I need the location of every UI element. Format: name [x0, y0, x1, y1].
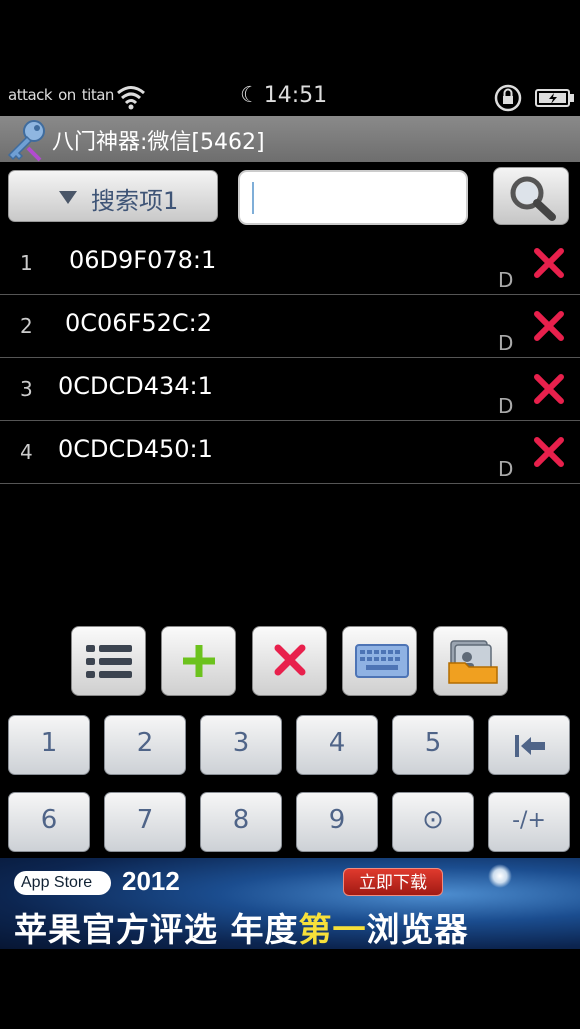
key-6[interactable]: 6	[8, 792, 90, 852]
row-address: 06D9F078:1	[69, 246, 217, 274]
row-type: D	[498, 394, 514, 418]
search-item-label: 搜索项1	[91, 187, 179, 215]
download-now-button[interactable]: 立即下载	[343, 868, 443, 896]
carrier-labels: attack on titan	[8, 86, 120, 104]
delete-row-icon[interactable]	[532, 309, 566, 343]
keyboard-icon	[355, 644, 409, 678]
key-4[interactable]: 4	[296, 715, 378, 775]
delete-row-icon[interactable]	[532, 246, 566, 280]
search-item-dropdown[interactable]: 搜索项1	[8, 170, 218, 222]
delete-row-icon[interactable]	[532, 372, 566, 406]
time-label: 14:51	[263, 83, 328, 108]
keyboard-button[interactable]	[342, 626, 417, 696]
row-address: 0C06F52C:2	[65, 309, 213, 337]
star-decoration	[488, 864, 512, 888]
row-type: D	[498, 268, 514, 292]
app-key-icon	[7, 120, 45, 162]
ad-year: 2012	[122, 866, 180, 896]
delete-icon	[274, 644, 306, 676]
moon-icon: ☾	[240, 83, 260, 108]
list-icon	[86, 645, 132, 678]
row-type: D	[498, 331, 514, 355]
key-7[interactable]: 7	[104, 792, 186, 852]
add-button[interactable]	[161, 626, 236, 696]
status-bar: attack on titan ☾ 14:51	[0, 82, 580, 114]
search-icon	[510, 176, 556, 221]
key-5[interactable]: 5	[392, 715, 474, 775]
ad-banner[interactable]: App Store 2012 立即下载 苹果官方评选 年度第一浏览器	[0, 858, 580, 949]
triangle-down-icon	[59, 191, 77, 204]
page-title: 八门神器:微信[5462]	[52, 130, 265, 155]
row-type: D	[498, 457, 514, 481]
key-backspace[interactable]	[488, 715, 570, 775]
key-sign[interactable]: -/+	[488, 792, 570, 852]
key-8[interactable]: 8	[200, 792, 282, 852]
result-row[interactable]: 3 0CDCD434:1 D	[0, 358, 580, 421]
result-row[interactable]: 2 0C06F52C:2 D	[0, 295, 580, 358]
key-3[interactable]: 3	[200, 715, 282, 775]
delete-row-icon[interactable]	[532, 435, 566, 469]
title-bar: 八门神器:微信[5462]	[0, 116, 580, 162]
contacts-button[interactable]	[433, 626, 508, 696]
list-button[interactable]	[71, 626, 146, 696]
clear-button[interactable]	[252, 626, 327, 696]
key-1[interactable]: 1	[8, 715, 90, 775]
row-index: 2	[20, 314, 33, 338]
result-row[interactable]: 4 0CDCD450:1 D	[0, 421, 580, 484]
carrier-label-1: attack	[8, 86, 53, 104]
contacts-folder-icon	[448, 640, 498, 684]
carrier-label-2: on	[58, 86, 76, 104]
battery-icon	[535, 89, 574, 107]
search-button[interactable]	[493, 167, 569, 225]
appstore-badge: App Store	[14, 871, 111, 895]
key-dot[interactable]: ⊙	[392, 792, 474, 852]
backspace-icon	[515, 735, 545, 757]
ad-slogan: 苹果官方评选 年度第一浏览器	[14, 910, 469, 949]
row-index: 4	[20, 440, 33, 464]
result-row[interactable]: 1 06D9F078:1 D	[0, 232, 580, 295]
key-9[interactable]: 9	[296, 792, 378, 852]
clock: ☾ 14:51	[240, 83, 327, 108]
wifi-icon	[117, 86, 145, 110]
row-address: 0CDCD434:1	[58, 372, 213, 400]
key-2[interactable]: 2	[104, 715, 186, 775]
search-input[interactable]	[238, 170, 468, 225]
carrier-label-3: titan	[81, 86, 115, 104]
plus-icon	[183, 645, 215, 677]
row-address: 0CDCD450:1	[58, 435, 213, 463]
row-index: 3	[20, 377, 33, 401]
text-caret	[252, 182, 254, 214]
row-index: 1	[20, 251, 33, 275]
rotation-lock-icon	[494, 84, 522, 112]
